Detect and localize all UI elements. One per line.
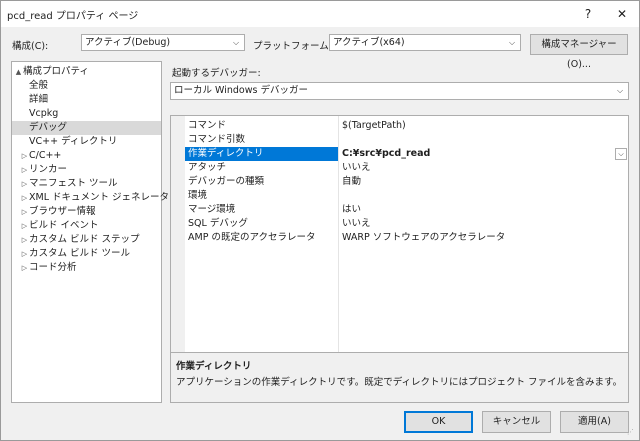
property-row-working-directory[interactable]: 作業ディレクトリ C:¥src¥pcd_read ⌵ — [185, 147, 628, 161]
working-directory-value[interactable]: C:¥src¥pcd_read — [342, 147, 430, 161]
expand-icon[interactable]: ▷ — [20, 205, 29, 219]
tree-item-custom-build-tool[interactable]: ▷ カスタム ビルド ツール — [12, 247, 169, 261]
expand-icon[interactable]: ▷ — [20, 191, 29, 205]
property-row-debugger-type[interactable]: デバッガーの種類 自動 — [185, 175, 628, 189]
configuration-value: アクティブ(Debug) — [85, 37, 171, 48]
tree-item-linker[interactable]: ▷ リンカー — [12, 163, 169, 177]
property-grid[interactable]: コマンド $(TargetPath) コマンド引数 作業ディレクトリ C:¥sr… — [170, 115, 629, 353]
cancel-button[interactable]: キャンセル — [482, 411, 551, 433]
chevron-down-icon: ⌵ — [616, 86, 624, 95]
tree-item-advanced[interactable]: 詳細 — [12, 93, 178, 107]
expand-icon[interactable]: ▷ — [20, 247, 29, 261]
tree-item-configuration-properties[interactable]: ▲ 構成プロパティ — [12, 65, 163, 79]
platform-value: アクティブ(x64) — [333, 37, 405, 48]
property-row-merge-environment[interactable]: マージ環境 はい — [185, 203, 628, 217]
debugger-value: ローカル Windows デバッガー — [174, 85, 308, 96]
debugger-combo[interactable]: ローカル Windows デバッガー ⌵ — [170, 82, 629, 100]
tree-item-browse-info[interactable]: ▷ ブラウザー情報 — [12, 205, 169, 219]
collapse-icon[interactable]: ▲ — [14, 65, 23, 79]
configuration-manager-button[interactable]: 構成マネージャー(O)... — [530, 34, 628, 70]
ok-button[interactable]: OK — [404, 411, 473, 433]
property-row-command[interactable]: コマンド $(TargetPath) — [185, 119, 628, 133]
tree-item-custom-build-step[interactable]: ▷ カスタム ビルド ステップ — [12, 233, 169, 247]
tree-item-general[interactable]: 全般 — [12, 79, 178, 93]
property-pages-dialog: pcd_read プロパティ ページ ? ✕ 構成(C): アクティブ(Debu… — [0, 0, 640, 441]
expand-icon[interactable]: ▷ — [20, 163, 29, 177]
tree-item-cpp[interactable]: ▷ C/C++ — [12, 149, 169, 163]
expand-icon[interactable]: ▷ — [20, 149, 29, 163]
description-title: 作業ディレクトリ — [176, 361, 252, 372]
configuration-row: 構成(C): アクティブ(Debug) ⌵ プラットフォーム(P): アクティブ… — [1, 34, 639, 70]
tree-item-code-analysis[interactable]: ▷ コード分析 — [12, 261, 169, 275]
tree-item-build-events[interactable]: ▷ ビルド イベント — [12, 219, 169, 233]
title-bar: pcd_read プロパティ ページ ? ✕ — [1, 1, 639, 27]
debugger-to-launch-label: 起動するデバッガー: — [172, 68, 261, 79]
property-row-amp-accelerator[interactable]: AMP の既定のアクセラレータ WARP ソフトウェアのアクセラレータ — [185, 231, 628, 245]
description-text: アプリケーションの作業ディレクトリです。既定でディレクトリにはプロジェクト ファ… — [176, 377, 623, 388]
property-row-sql-debugging[interactable]: SQL デバッグ いいえ — [185, 217, 628, 231]
description-panel: 作業ディレクトリ アプリケーションの作業ディレクトリです。既定でディレクトリには… — [170, 353, 629, 403]
property-tree[interactable]: ▲ 構成プロパティ 全般 詳細 Vcpkg デバッグ VC++ ディレクトリ ▷ C… — [11, 61, 179, 403]
chevron-down-icon[interactable]: ⌵ — [615, 148, 627, 160]
property-row-environment[interactable]: 環境 — [185, 189, 628, 203]
resize-grip-icon[interactable]: ⋰ — [627, 428, 637, 438]
tree-item-debugging[interactable]: デバッグ — [12, 121, 161, 135]
window-title: pcd_read プロパティ ページ — [7, 11, 139, 22]
help-button[interactable]: ? — [571, 1, 605, 27]
configuration-label: 構成(C): — [12, 41, 49, 52]
tree-item-manifest-tool[interactable]: ▷ マニフェスト ツール — [12, 177, 169, 191]
close-button[interactable]: ✕ — [605, 1, 639, 27]
chevron-down-icon: ⌵ — [508, 38, 516, 47]
configuration-combo[interactable]: アクティブ(Debug) ⌵ — [81, 34, 245, 51]
grid-gutter — [171, 116, 185, 352]
tree-item-vc-directories[interactable]: VC++ ディレクトリ — [12, 135, 178, 149]
expand-icon[interactable]: ▷ — [20, 219, 29, 233]
tree-item-vcpkg[interactable]: Vcpkg — [12, 107, 178, 121]
property-row-attach[interactable]: アタッチ いいえ — [185, 161, 628, 175]
expand-icon[interactable]: ▷ — [20, 177, 29, 191]
property-row-command-arguments[interactable]: コマンド引数 — [185, 133, 628, 147]
chevron-down-icon: ⌵ — [232, 38, 240, 47]
apply-button[interactable]: 適用(A) — [560, 411, 629, 433]
expand-icon[interactable]: ▷ — [20, 233, 29, 247]
expand-icon[interactable]: ▷ — [20, 261, 29, 275]
platform-combo[interactable]: アクティブ(x64) ⌵ — [329, 34, 521, 51]
tree-item-xml-doc-generator[interactable]: ▷ XML ドキュメント ジェネレーター — [12, 191, 179, 205]
